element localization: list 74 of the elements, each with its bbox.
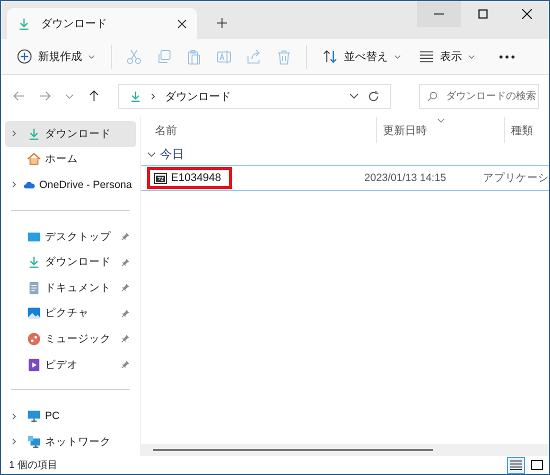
path-segment[interactable]: ダウンロード [165, 88, 231, 104]
list-icon [510, 460, 522, 470]
search-field[interactable]: ダウンロードの検索 [419, 84, 539, 108]
desktop-icon [27, 230, 41, 244]
pin-icon[interactable] [121, 283, 130, 292]
group-header[interactable]: 今日 [141, 143, 549, 165]
archive-file-icon [154, 172, 167, 184]
download-icon [27, 255, 41, 270]
pin-icon[interactable] [121, 232, 130, 242]
column-header[interactable]: 更新日時 [376, 117, 504, 143]
recent-chevron-icon[interactable] [65, 92, 74, 100]
monitor-icon [27, 409, 41, 424]
close-icon [522, 9, 532, 19]
pin-icon[interactable] [121, 308, 130, 318]
sidebar-item[interactable]: ダウンロード [5, 121, 136, 147]
sort-button[interactable]: 並べ替え [321, 45, 403, 68]
pin-icon[interactable] [121, 334, 130, 344]
sidebar-item[interactable]: ネットワーク [5, 428, 136, 455]
download-icon [129, 90, 142, 102]
sidebar-item[interactable]: PC [5, 403, 136, 429]
view-button[interactable]: 表示 [417, 45, 477, 68]
expand-chevron-icon[interactable] [11, 438, 18, 446]
plus-circle-icon [17, 49, 32, 64]
chevron-down-icon [88, 53, 95, 60]
chevron-down-icon [468, 53, 475, 60]
square-icon [531, 460, 543, 470]
pin-icon[interactable] [121, 258, 130, 267]
address-field[interactable]: ダウンロード [118, 84, 391, 108]
forward-icon[interactable] [39, 90, 51, 102]
music-icon [27, 332, 41, 346]
sidebar-item[interactable]: ビデオ [5, 352, 136, 378]
back-icon[interactable] [13, 90, 25, 102]
refresh-icon[interactable] [367, 90, 380, 102]
house-icon [27, 152, 41, 166]
video-icon [27, 358, 41, 372]
close-tab-icon[interactable] [177, 18, 187, 28]
network-icon [27, 434, 41, 449]
window-tab[interactable]: ダウンロード [7, 8, 197, 39]
expand-chevron-icon[interactable] [11, 412, 18, 420]
chevron-down-icon [394, 53, 401, 60]
chevron-down-icon[interactable] [349, 91, 359, 101]
details-view-button[interactable] [507, 456, 525, 474]
sidebar-item[interactable]: ピクチャ [5, 300, 136, 326]
download-icon [17, 16, 31, 30]
sidebar-item[interactable]: ドキュメント [5, 274, 136, 301]
sidebar-item[interactable]: ミュージック [5, 326, 136, 352]
expand-chevron-icon[interactable] [11, 130, 18, 138]
modified-date-cell-text: 2023/01/13 14:15 [363, 172, 448, 184]
sidebar-item[interactable]: ダウンロード [5, 249, 136, 275]
sort-arrows-icon [323, 49, 338, 64]
pin-icon[interactable] [121, 360, 130, 370]
picture-icon [27, 306, 41, 320]
lines-icon [419, 49, 434, 64]
item-count: 1 個の項目 [9, 459, 58, 472]
expand-chevron-icon[interactable] [11, 181, 18, 188]
column-header[interactable]: 名前 [141, 117, 376, 143]
chevron-down-icon [147, 150, 156, 158]
file-row[interactable]: E1034948 2023/01/13 14:15 アプリケーシ [141, 165, 549, 191]
download-icon [27, 126, 41, 141]
document-icon [27, 280, 41, 295]
sidebar-item[interactable]: ホーム [5, 146, 136, 172]
search-icon [427, 90, 438, 102]
new-button[interactable]: 新規作成 [15, 45, 97, 68]
up-icon[interactable] [88, 90, 100, 102]
horizontal-scrollbar[interactable] [153, 449, 433, 451]
new-tab-icon[interactable] [217, 18, 227, 28]
sidebar-item[interactable]: デスクトップ [5, 224, 136, 250]
column-header[interactable]: 種類 [504, 117, 549, 143]
sidebar-item[interactable]: OneDrive - Persona [5, 172, 136, 198]
file-name: E1034948 [171, 172, 222, 184]
chevron-right-icon[interactable] [150, 92, 157, 100]
more-icon[interactable] [499, 54, 515, 58]
file-type-cell-text: アプリケーシ [482, 171, 549, 185]
maximize-icon [478, 9, 488, 19]
